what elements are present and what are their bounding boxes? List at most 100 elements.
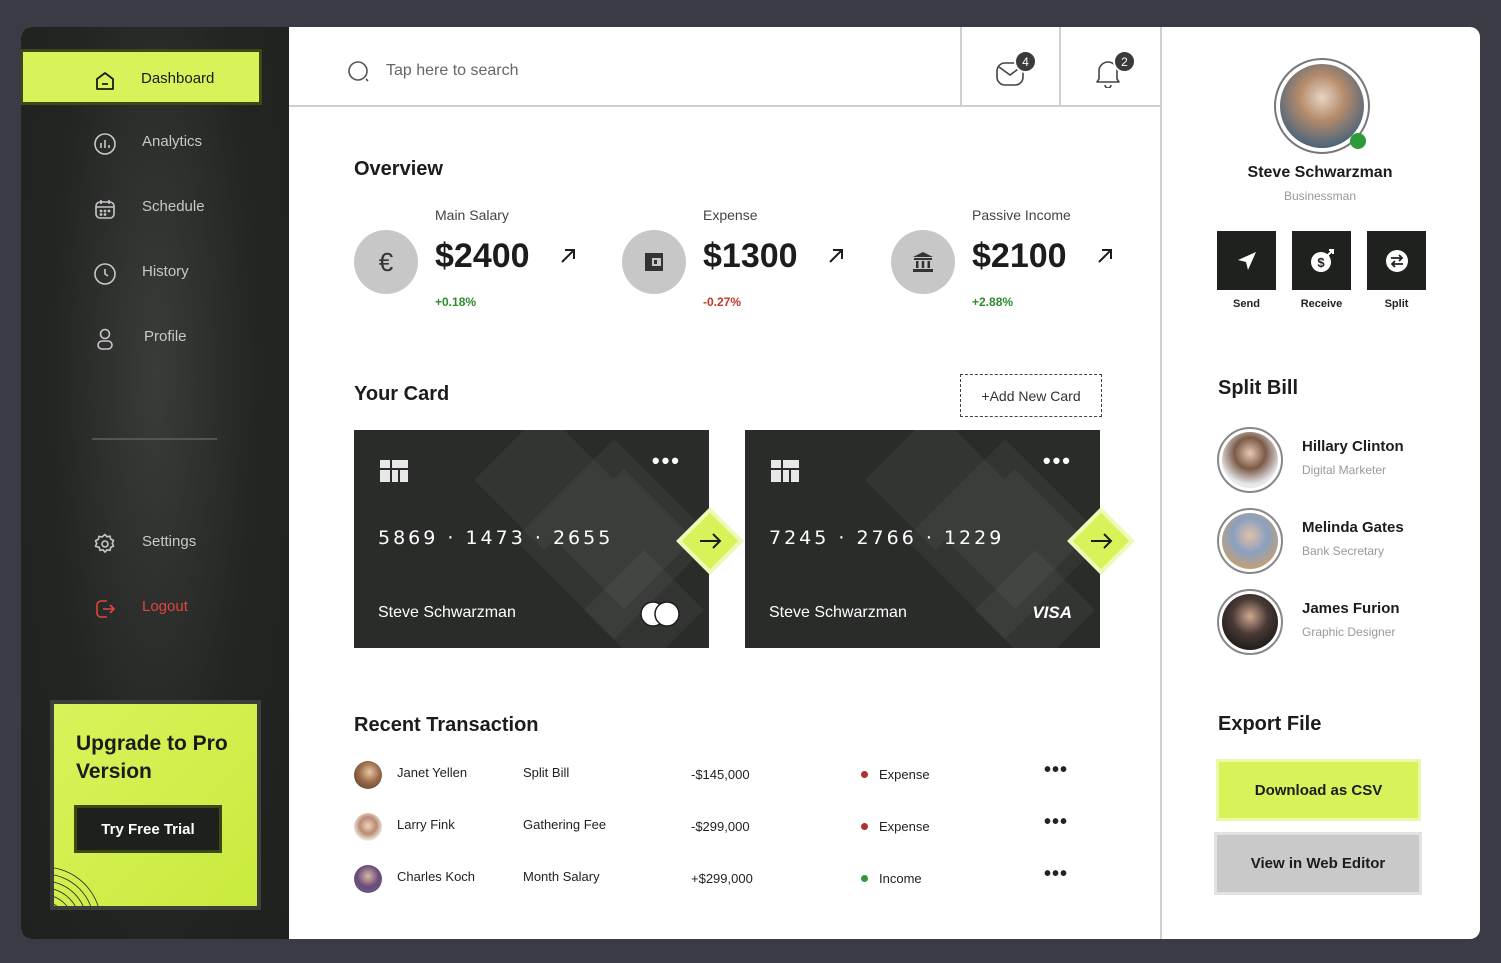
person-role: Bank Secretary [1302,544,1385,558]
receive-button[interactable]: $ [1292,231,1351,290]
send-button[interactable] [1217,231,1276,290]
transaction-status: Expense [879,767,930,782]
svg-text:$: $ [1317,255,1325,270]
more-options-icon[interactable]: ••• [652,448,681,474]
search-input[interactable]: Tap here to search [386,62,519,80]
main-content: Overview € Main Salary $2400 +0.18% Expe… [289,107,1160,939]
transaction-amount: -$145,000 [691,767,750,782]
transaction-type: Split Bill [523,765,570,780]
status-dot [861,823,868,830]
your-card-title: Your Card [354,383,450,405]
upgrade-title: Upgrade to Pro Version [76,732,228,783]
split-button[interactable] [1367,231,1426,290]
receive-label: Receive [1300,298,1343,310]
overview-expense: Expense $1300 -0.27% [622,207,882,317]
app-window: Dashboard Analytics Schedule History Pro… [21,27,1480,939]
person-role: Graphic Designer [1302,625,1396,639]
sidebar-item-dashboard[interactable]: Dashboard [21,49,262,105]
split-label: Split [1384,298,1409,310]
sidebar-item-label: Settings [142,533,197,550]
more-options-icon[interactable]: ••• [1044,759,1068,782]
overview-passive-income: Passive Income $2100 +2.88% [891,207,1151,317]
calendar-icon [95,200,115,219]
overview-label: Passive Income [972,207,1071,223]
avatar [1217,508,1283,574]
overview-change: -0.27% [703,295,742,309]
chip-icon [380,460,408,482]
split-bill-title: Split Bill [1218,377,1298,399]
more-options-icon[interactable]: ••• [1044,863,1068,886]
profile-role: Businessman [1283,189,1357,203]
download-csv-button[interactable]: Download as CSV [1216,759,1421,821]
person-name: Hillary Clinton [1302,438,1404,455]
receive-icon: $ [1310,248,1334,272]
arrow-up-right-icon[interactable] [827,247,845,265]
table-row[interactable]: Charles Koch Month Salary +$299,000 Inco… [354,861,1074,901]
analytics-icon [94,133,116,155]
messages-badge: 4 [1014,50,1037,73]
avatar [1217,427,1283,493]
arrow-right-button[interactable] [1062,502,1140,580]
card-holder: Steve Schwarzman [769,604,907,621]
chip-icon [771,460,799,482]
list-item[interactable]: Hillary Clinton Digital Marketer [1217,427,1467,493]
transaction-type: Month Salary [523,869,600,884]
transaction-name: Janet Yellen [397,765,468,780]
transaction-type: Gathering Fee [523,817,607,832]
sidebar-item-label: Analytics [142,133,203,150]
arrow-right-button[interactable] [671,502,749,580]
transaction-name: Larry Fink [397,817,455,832]
sidebar-item-history[interactable]: History [21,245,263,301]
list-item[interactable]: James Furion Graphic Designer [1217,589,1467,655]
list-item[interactable]: Melinda Gates Bank Secretary [1217,508,1467,574]
notifications-button[interactable]: 2 [1059,27,1158,107]
bank-card[interactable]: ••• 7245 · 2766 · 1229 Steve Schwarzman … [745,430,1135,648]
person-role: Digital Marketer [1302,463,1387,477]
transaction-amount: -$299,000 [691,819,750,834]
table-row[interactable]: Janet Yellen Split Bill -$145,000 Expens… [354,757,1074,797]
sidebar-item-settings[interactable]: Settings [21,515,263,571]
sidebar-item-logout[interactable]: Logout [21,580,263,636]
sidebar-item-label: Schedule [142,198,205,215]
card-number: 7245 · 2766 · 1229 [769,527,1005,549]
send-label: Send [1233,298,1260,310]
more-options-icon[interactable]: ••• [1044,811,1068,834]
overview-change: +2.88% [972,295,1014,309]
visa-logo-icon: VISA [1032,603,1072,622]
euro-icon: € [354,230,418,294]
profile-name: Steve Schwarzman [1247,164,1393,181]
split-icon [1385,249,1408,272]
sidebar-item-profile[interactable]: Profile [21,310,263,366]
overview-label: Main Salary [435,207,509,223]
add-new-card-button[interactable]: +Add New Card [960,374,1102,417]
overview-label: Expense [703,207,758,223]
transaction-status: Income [879,871,922,886]
gear-icon [94,533,115,553]
transaction-status: Expense [879,819,930,834]
sidebar-item-label: Profile [144,328,187,345]
user-icon [97,328,113,350]
bank-card[interactable]: ••• 5869 · 1473 · 2655 Steve Schwarzman [354,430,744,648]
right-panel: Steve Schwarzman Businessman Send $ Rece… [1160,27,1480,939]
search-icon [348,61,369,82]
send-icon [1237,251,1256,270]
avatar [1217,589,1283,655]
table-row[interactable]: Larry Fink Gathering Fee -$299,000 Expen… [354,809,1074,849]
wallet-icon [622,230,686,294]
overview-main-salary: € Main Salary $2400 +0.18% [354,207,614,317]
sidebar-item-label: History [142,263,189,280]
arrow-up-right-icon[interactable] [559,247,577,265]
overview-value: $2100 [972,237,1067,275]
online-status-dot [1350,133,1366,149]
sidebar-item-schedule[interactable]: Schedule [21,180,263,236]
sidebar-item-analytics[interactable]: Analytics [21,115,263,171]
more-options-icon[interactable]: ••• [1043,448,1072,474]
view-web-editor-button[interactable]: View in Web Editor [1214,832,1422,895]
sidebar-item-label: Dashboard [141,70,215,87]
card-holder: Steve Schwarzman [378,604,516,621]
try-free-trial-button[interactable]: Try Free Trial [74,805,222,853]
messages-button[interactable]: 4 [960,27,1059,107]
person-name: James Furion [1302,600,1400,617]
arrow-up-right-icon[interactable] [1096,247,1114,265]
sidebar: Dashboard Analytics Schedule History Pro… [21,27,289,939]
